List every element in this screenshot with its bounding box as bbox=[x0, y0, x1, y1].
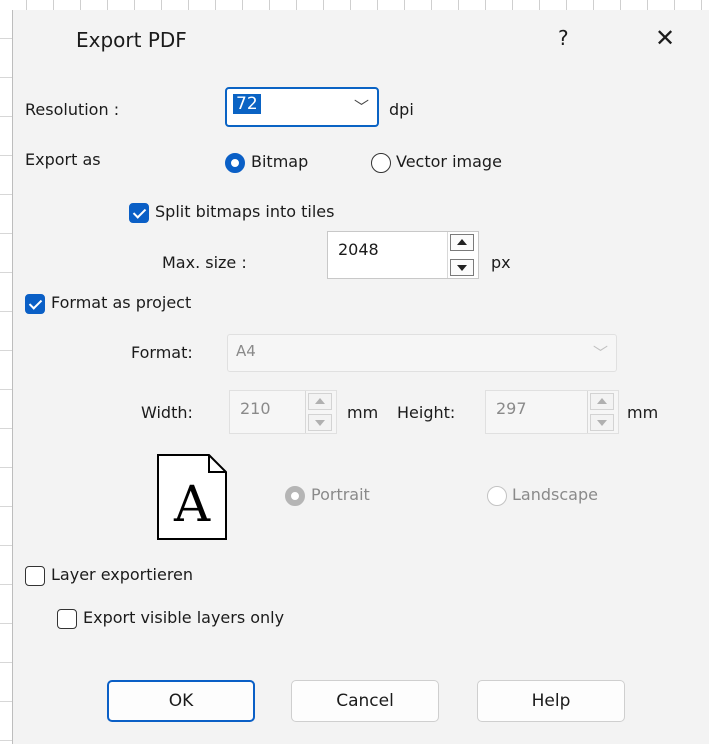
visible-layers-label[interactable]: Export visible layers only bbox=[83, 608, 284, 627]
radio-landscape-label[interactable]: Landscape bbox=[512, 485, 598, 504]
max-size-unit: px bbox=[491, 253, 511, 272]
arrow-up-icon bbox=[597, 398, 607, 404]
arrow-down-icon bbox=[597, 420, 607, 426]
ok-button[interactable]: OK bbox=[107, 680, 255, 722]
layer-export-checkbox[interactable] bbox=[25, 566, 45, 586]
radio-landscape[interactable] bbox=[487, 486, 507, 506]
height-label: Height: bbox=[397, 403, 456, 422]
radio-bitmap[interactable] bbox=[225, 153, 245, 173]
height-spin-buttons bbox=[587, 391, 618, 433]
max-size-value: 2048 bbox=[338, 240, 379, 259]
spin-up-button[interactable] bbox=[308, 393, 332, 410]
max-size-spin-buttons bbox=[447, 232, 478, 278]
arrow-down-icon bbox=[315, 420, 325, 426]
page-orientation-glyph: A bbox=[173, 475, 211, 533]
split-tiles-label[interactable]: Split bitmaps into tiles bbox=[155, 202, 334, 221]
width-value: 210 bbox=[240, 399, 271, 418]
dialog-title: Export PDF bbox=[76, 28, 187, 52]
arrow-down-icon bbox=[457, 265, 467, 271]
radio-portrait[interactable] bbox=[285, 486, 305, 506]
page-orientation-icon: A bbox=[157, 454, 227, 540]
format-project-checkbox[interactable] bbox=[25, 294, 45, 314]
close-icon[interactable]: ✕ bbox=[655, 24, 675, 52]
height-value: 297 bbox=[496, 399, 527, 418]
max-size-label: Max. size : bbox=[162, 253, 247, 272]
width-spinbox[interactable]: 210 bbox=[229, 390, 337, 434]
radio-vector-image[interactable] bbox=[371, 153, 391, 173]
background-grid bbox=[0, 0, 12, 744]
help-button[interactable]: Help bbox=[477, 680, 625, 722]
chevron-down-icon: ﹀ bbox=[353, 98, 369, 116]
spin-up-button[interactable] bbox=[450, 234, 474, 251]
spin-down-button[interactable] bbox=[450, 259, 474, 276]
chevron-down-icon: ﹀ bbox=[592, 344, 608, 362]
format-value: A4 bbox=[236, 342, 256, 360]
help-icon[interactable]: ? bbox=[558, 26, 569, 50]
arrow-up-icon bbox=[457, 239, 467, 245]
cancel-button[interactable]: Cancel bbox=[291, 680, 439, 722]
layer-export-label[interactable]: Layer exportieren bbox=[51, 565, 193, 584]
max-size-spinbox[interactable]: 2048 bbox=[327, 231, 479, 279]
radio-vector-image-label[interactable]: Vector image bbox=[396, 152, 502, 171]
radio-portrait-label[interactable]: Portrait bbox=[311, 485, 370, 504]
format-combobox[interactable]: A4 ﹀ bbox=[227, 334, 617, 372]
width-label: Width: bbox=[141, 403, 193, 422]
radio-bitmap-label[interactable]: Bitmap bbox=[251, 152, 308, 171]
arrow-up-icon bbox=[315, 398, 325, 404]
export-as-label: Export as bbox=[25, 150, 101, 169]
split-tiles-checkbox[interactable] bbox=[129, 203, 149, 223]
format-label: Format: bbox=[131, 343, 193, 362]
height-spinbox[interactable]: 297 bbox=[485, 390, 619, 434]
resolution-value: 72 bbox=[233, 94, 261, 114]
spin-down-button[interactable] bbox=[590, 414, 614, 431]
spin-down-button[interactable] bbox=[308, 414, 332, 431]
width-unit: mm bbox=[347, 403, 379, 422]
resolution-unit: dpi bbox=[389, 100, 414, 119]
resolution-combobox[interactable]: 72 ﹀ bbox=[225, 87, 379, 127]
width-spin-buttons bbox=[305, 391, 336, 433]
export-pdf-dialog: Export PDF ? ✕ Resolution : 72 ﹀ dpi Exp… bbox=[12, 10, 709, 744]
visible-layers-checkbox[interactable] bbox=[57, 609, 77, 629]
format-project-label[interactable]: Format as project bbox=[51, 293, 191, 312]
resolution-label: Resolution : bbox=[25, 100, 120, 119]
spin-up-button[interactable] bbox=[590, 393, 614, 410]
height-unit: mm bbox=[627, 403, 659, 422]
